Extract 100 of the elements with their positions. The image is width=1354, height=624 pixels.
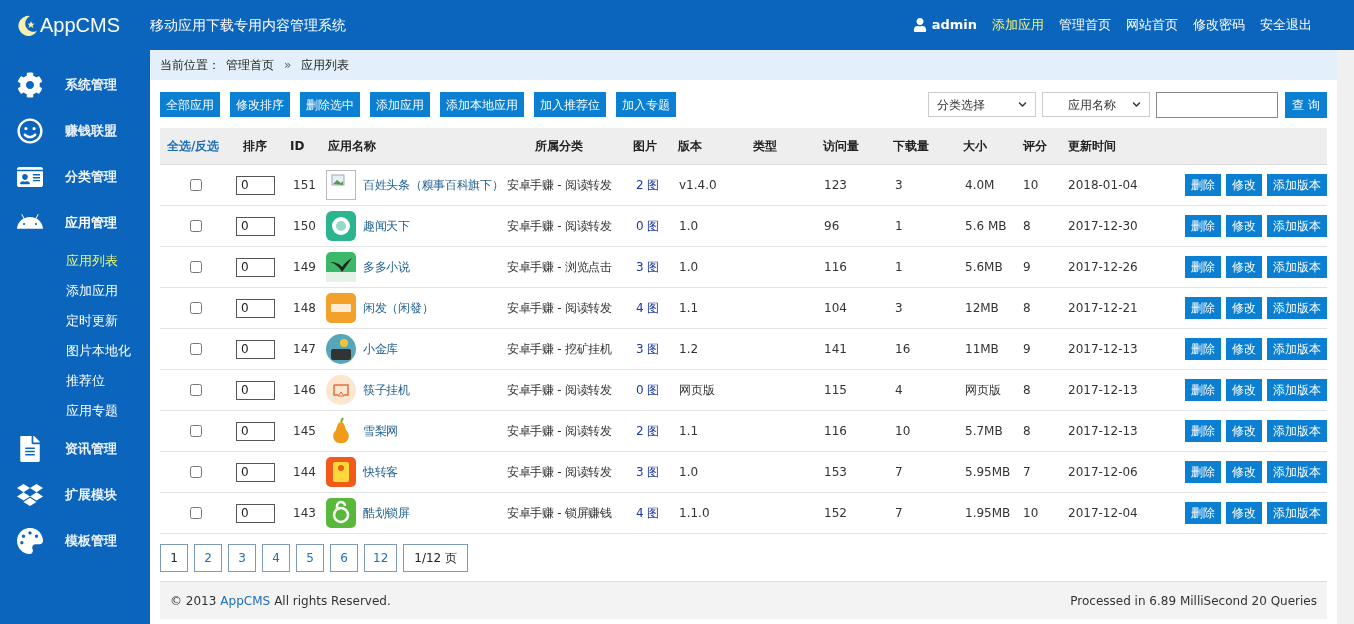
pictures-link[interactable]: 3 图: [630, 463, 675, 481]
header-link[interactable]: 安全退出: [1260, 15, 1312, 35]
sidebar-item[interactable]: 应用管理: [65, 213, 117, 233]
row-action-button[interactable]: 修改: [1226, 297, 1262, 319]
page-link[interactable]: 6: [330, 544, 358, 572]
app-name-link[interactable]: 闲发（闲發）: [363, 299, 434, 317]
row-action-button[interactable]: 修改: [1226, 502, 1262, 524]
header-link[interactable]: 网站首页: [1126, 15, 1178, 35]
row-action-button[interactable]: 删除: [1185, 174, 1221, 196]
field-select[interactable]: 应用名称: [1042, 92, 1150, 117]
app-name-link[interactable]: 快转客: [363, 463, 399, 481]
header-link[interactable]: 添加应用: [992, 15, 1044, 35]
page-link[interactable]: 5: [296, 544, 324, 572]
toolbar-button[interactable]: 添加本地应用: [440, 92, 524, 117]
sidebar-subitem[interactable]: 添加应用: [66, 281, 118, 301]
toolbar-button[interactable]: 修改排序: [230, 92, 290, 117]
app-name-link[interactable]: 筷子挂机: [363, 381, 410, 399]
search-field[interactable]: [1156, 91, 1278, 118]
pictures-link[interactable]: 3 图: [630, 340, 675, 358]
sidebar-item[interactable]: 分类管理: [65, 167, 117, 187]
pictures-link[interactable]: 3 图: [630, 258, 675, 276]
sort-input[interactable]: 0: [236, 462, 275, 482]
page-link[interactable]: 1: [160, 544, 188, 572]
select-all-link[interactable]: 全选/反选: [160, 137, 230, 155]
sort-input[interactable]: 0: [236, 257, 275, 277]
row-checkbox[interactable]: [190, 384, 202, 396]
sort-input[interactable]: 0: [236, 339, 275, 359]
row-action-button[interactable]: 修改: [1226, 174, 1262, 196]
sidebar-item[interactable]: 扩展模块: [65, 485, 117, 505]
row-action-button[interactable]: 修改: [1226, 461, 1262, 483]
app-name-link[interactable]: 雪梨网: [363, 422, 399, 440]
sidebar-subitem[interactable]: 图片本地化: [66, 341, 131, 361]
toolbar-button[interactable]: 添加应用: [370, 92, 430, 117]
app-name-link[interactable]: 小金库: [363, 340, 399, 358]
pictures-link[interactable]: 0 图: [630, 381, 675, 399]
pictures-link[interactable]: 2 图: [630, 422, 675, 440]
row-checkbox[interactable]: [190, 466, 202, 478]
row-action-button[interactable]: 添加版本: [1267, 379, 1327, 401]
row-checkbox[interactable]: [190, 179, 202, 191]
row-checkbox[interactable]: [190, 302, 202, 314]
toolbar-button[interactable]: 加入专题: [616, 92, 676, 117]
sidebar-item[interactable]: 资讯管理: [65, 439, 117, 459]
search-button[interactable]: 查 询: [1285, 91, 1327, 118]
row-action-button[interactable]: 删除: [1185, 297, 1221, 319]
header-link[interactable]: 管理首页: [1059, 15, 1111, 35]
app-name-link[interactable]: 趣闻天下: [363, 217, 410, 235]
page-link[interactable]: 3: [228, 544, 256, 572]
toolbar-button[interactable]: 删除选中: [300, 92, 360, 117]
pictures-link[interactable]: 2 图: [630, 176, 675, 194]
row-action-button[interactable]: 修改: [1226, 420, 1262, 442]
row-action-button[interactable]: 添加版本: [1267, 502, 1327, 524]
sidebar-subitem[interactable]: 推荐位: [66, 371, 105, 391]
sidebar-item[interactable]: 模板管理: [65, 531, 117, 551]
page-link[interactable]: 12: [364, 544, 398, 572]
row-action-button[interactable]: 删除: [1185, 215, 1221, 237]
row-action-button[interactable]: 删除: [1185, 379, 1221, 401]
row-action-button[interactable]: 添加版本: [1267, 338, 1327, 360]
sort-input[interactable]: 0: [236, 298, 275, 318]
row-action-button[interactable]: 修改: [1226, 379, 1262, 401]
row-action-button[interactable]: 删除: [1185, 502, 1221, 524]
pictures-link[interactable]: 4 图: [630, 299, 675, 317]
row-checkbox[interactable]: [190, 507, 202, 519]
brand-link[interactable]: AppCMS: [220, 591, 271, 610]
row-checkbox[interactable]: [190, 261, 202, 273]
row-checkbox[interactable]: [190, 220, 202, 232]
pictures-link[interactable]: 4 图: [630, 504, 675, 522]
row-action-button[interactable]: 修改: [1226, 256, 1262, 278]
row-action-button[interactable]: 添加版本: [1267, 420, 1327, 442]
row-action-button[interactable]: 删除: [1185, 420, 1221, 442]
header-link[interactable]: 修改密码: [1193, 15, 1245, 35]
breadcrumb-link[interactable]: 管理首页: [226, 56, 274, 74]
sort-input[interactable]: 0: [236, 175, 275, 195]
app-name-link[interactable]: 酷划锁屏: [363, 504, 410, 522]
row-action-button[interactable]: 删除: [1185, 338, 1221, 360]
sort-input[interactable]: 0: [236, 421, 275, 441]
row-action-button[interactable]: 修改: [1226, 338, 1262, 360]
sidebar-item[interactable]: 系统管理: [65, 75, 117, 95]
page-link[interactable]: 4: [262, 544, 290, 572]
row-action-button[interactable]: 添加版本: [1267, 174, 1327, 196]
sort-input[interactable]: 0: [236, 380, 275, 400]
sidebar-subitem[interactable]: 应用专题: [66, 401, 118, 421]
row-action-button[interactable]: 删除: [1185, 256, 1221, 278]
sidebar-item[interactable]: 赚钱联盟: [65, 121, 117, 141]
row-checkbox[interactable]: [190, 343, 202, 355]
sort-input[interactable]: 0: [236, 503, 275, 523]
row-action-button[interactable]: 删除: [1185, 461, 1221, 483]
app-name-link[interactable]: 多多小说: [363, 258, 410, 276]
row-action-button[interactable]: 添加版本: [1267, 256, 1327, 278]
row-action-button[interactable]: 添加版本: [1267, 215, 1327, 237]
row-action-button[interactable]: 修改: [1226, 215, 1262, 237]
pictures-link[interactable]: 0 图: [630, 217, 675, 235]
sidebar-subitem[interactable]: 定时更新: [66, 311, 118, 331]
toolbar-button[interactable]: 全部应用: [160, 92, 220, 117]
toolbar-button[interactable]: 加入推荐位: [534, 92, 606, 117]
sidebar-subitem[interactable]: 应用列表: [66, 251, 118, 271]
sort-input[interactable]: 0: [236, 216, 275, 236]
page-link[interactable]: 2: [194, 544, 222, 572]
row-action-button[interactable]: 添加版本: [1267, 297, 1327, 319]
row-checkbox[interactable]: [190, 425, 202, 437]
app-name-link[interactable]: 百姓头条（糗事百科旗下）: [363, 176, 504, 194]
